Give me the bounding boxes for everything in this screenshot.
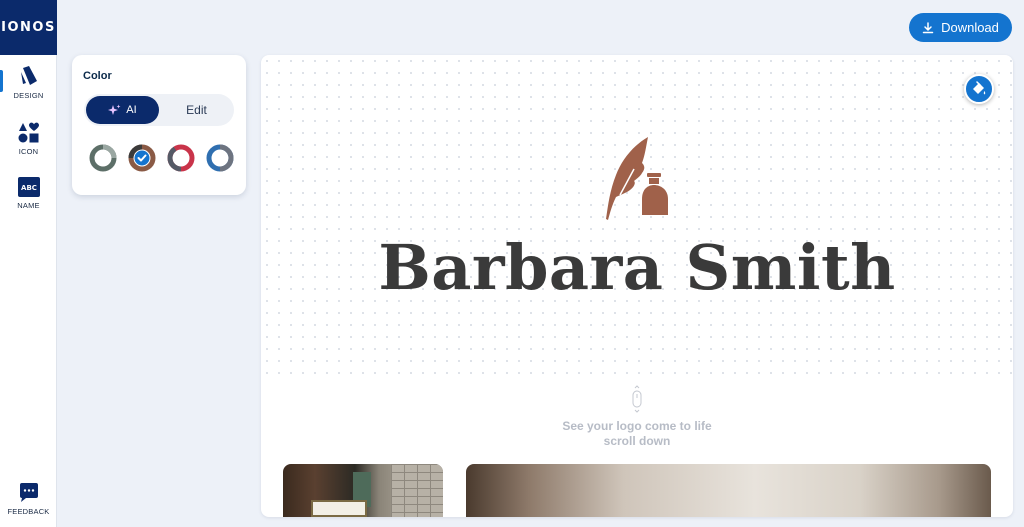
- color-swatch-4[interactable]: [206, 144, 234, 172]
- design-icon: [20, 66, 37, 85]
- download-icon: [922, 21, 934, 33]
- rail-item-icon-label: ICON: [18, 147, 39, 156]
- feedback-label: FEEDBACK: [7, 507, 50, 516]
- logo-preview: Barbara Smith See your logo come to life…: [261, 55, 1013, 517]
- color-panel-title: Color: [83, 70, 112, 82]
- shapes-icon: [18, 122, 39, 143]
- text-abc-icon: ABC: [17, 177, 40, 197]
- color-mode-toggle: AI Edit: [84, 94, 234, 126]
- svg-text:ABC: ABC: [21, 184, 37, 192]
- ionos-logo[interactable]: IONOS: [0, 0, 57, 55]
- ai-mode-button[interactable]: AI: [86, 96, 159, 124]
- rail-item-design-label: DESIGN: [13, 91, 44, 100]
- mockup-photo-person: [466, 464, 991, 517]
- rail-item-name-label: NAME: [17, 201, 40, 210]
- edit-mode-button[interactable]: Edit: [159, 94, 234, 126]
- scroll-hint-line2: scroll down: [603, 434, 671, 448]
- ai-mode-label: AI: [126, 104, 137, 116]
- color-swatch-1[interactable]: [89, 144, 117, 172]
- download-button[interactable]: Download: [909, 13, 1012, 42]
- mockup-photo-storefront: [283, 464, 443, 517]
- edit-mode-label: Edit: [186, 103, 207, 117]
- ionos-logo-text: IONOS: [1, 20, 56, 35]
- color-panel: Color AI Edit: [72, 55, 246, 195]
- feedback-button[interactable]: FEEDBACK: [0, 482, 57, 527]
- color-swatch-2-selected[interactable]: [128, 144, 156, 172]
- color-swatch-3[interactable]: [167, 144, 195, 172]
- rail-item-icon[interactable]: ICON: [0, 120, 57, 170]
- left-rail: IONOS DESIGN ICON ABC NAME FEEDBACK: [0, 0, 57, 527]
- quill-inkwell-icon: [606, 137, 668, 220]
- rail-item-design[interactable]: DESIGN: [0, 64, 57, 114]
- sparkle-icon: [108, 104, 121, 115]
- scroll-hint-line1: See your logo come to life: [562, 419, 712, 433]
- rail-item-name[interactable]: ABC NAME: [0, 176, 57, 226]
- download-label: Download: [941, 20, 999, 35]
- paint-bucket-button[interactable]: [964, 74, 994, 104]
- logo-name-text: Barbara Smith: [378, 231, 896, 304]
- paint-bucket-icon: [973, 81, 986, 95]
- scroll-hint: See your logo come to life scroll down: [261, 385, 1013, 449]
- chat-bubble-icon: [19, 483, 38, 502]
- mouse-scroll-icon: [632, 385, 642, 413]
